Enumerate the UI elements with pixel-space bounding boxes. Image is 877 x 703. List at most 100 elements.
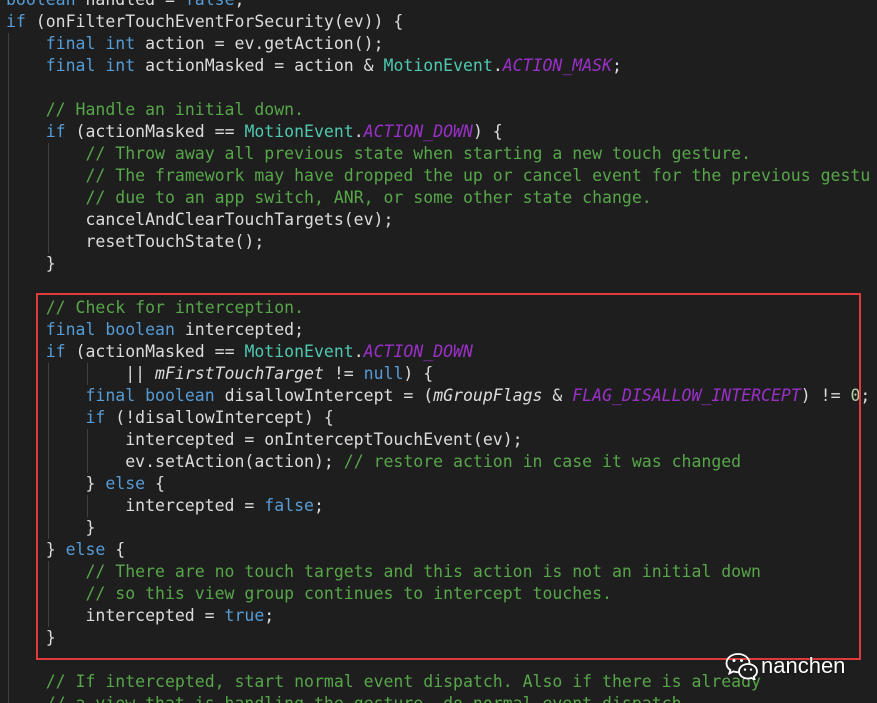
code-token-constant: FLAG_DISALLOW_INTERCEPT <box>572 386 801 405</box>
code-line[interactable]: || mFirstTouchTarget != null) { <box>6 363 877 385</box>
code-token-plain: . <box>492 56 503 75</box>
code-line[interactable]: resetTouchState(); <box>6 231 877 253</box>
code-line[interactable]: // Handle an initial down. <box>6 99 877 121</box>
code-line[interactable]: } <box>6 517 877 539</box>
code-line[interactable]: ev.setAction(action); // restore action … <box>6 451 877 473</box>
code-token-plain: } <box>6 540 66 559</box>
code-token-type: MotionEvent <box>244 342 354 361</box>
wechat-eye <box>749 668 753 671</box>
code-line[interactable]: cancelAndClearTouchTargets(ev); <box>6 209 877 231</box>
code-token-plain: (actionMasked == <box>65 342 245 361</box>
code-token-plain: (onFilterTouchEventForSecurity(ev)) { <box>25 12 404 31</box>
code-line[interactable]: } else { <box>6 473 877 495</box>
code-token-plain: (actionMasked == <box>65 122 245 141</box>
code-line[interactable]: if (!disallowIntercept) { <box>6 407 877 429</box>
code-token-keyword: boolean <box>6 0 76 9</box>
blank-line[interactable] <box>6 275 877 297</box>
watermark: nanchen <box>725 652 845 680</box>
code-line[interactable]: // so this view group continues to inter… <box>6 583 877 605</box>
code-token-keyword: boolean <box>105 320 175 339</box>
code-line[interactable]: } else { <box>6 539 877 561</box>
code-token-plain: intercepted = <box>6 606 225 625</box>
wechat-eye <box>743 668 747 671</box>
wechat-eye <box>740 659 743 662</box>
code-token-plain: ; <box>313 496 324 515</box>
code-token-keyword: int <box>105 56 136 75</box>
code-token-keyword: false <box>264 496 314 515</box>
code-token-field: mGroupFlags <box>433 386 543 405</box>
code-token-field: mFirstTouchTarget <box>155 364 324 383</box>
code-line[interactable]: // The framework may have dropped the up… <box>6 165 877 187</box>
code-token-keyword: if <box>45 342 66 361</box>
code-token-plain: } <box>6 254 56 273</box>
code-token-comment: // Handle an initial down. <box>45 100 305 119</box>
code-token-comment: // a view that is handling the gesture, … <box>46 694 692 703</box>
code-line[interactable]: final int action = ev.getAction(); <box>6 33 877 55</box>
code-line[interactable]: final boolean disallowIntercept = (mGrou… <box>6 385 877 407</box>
code-token-plain: ) { <box>403 364 434 383</box>
code-token-plain: ; <box>860 386 871 405</box>
code-token-plain: ; <box>612 56 622 75</box>
code-token-plain: disallowIntercept = ( <box>214 386 434 405</box>
code-token-keyword: else <box>65 540 106 559</box>
code-token-plain: } <box>6 518 96 537</box>
code-line[interactable]: // Check for interception. <box>6 297 877 319</box>
code-token-comment: // The framework may have dropped the up… <box>85 166 871 185</box>
code-token-plain: cancelAndClearTouchTargets(ev); <box>6 210 394 229</box>
code-line[interactable]: // There are no touch targets and this a… <box>6 561 877 583</box>
code-token-keyword: if <box>45 122 66 141</box>
code-token-plain: || <box>6 364 156 383</box>
code-token-plain: { <box>105 540 126 559</box>
code-line[interactable]: if (actionMasked == MotionEvent.ACTION_D… <box>6 341 877 363</box>
code-token-keyword: false <box>185 0 235 9</box>
blank-line[interactable] <box>6 77 877 99</box>
code-token-keyword: final <box>85 386 136 405</box>
code-token-keyword: true <box>224 606 265 625</box>
code-line[interactable]: boolean handled = false; <box>6 0 877 11</box>
watermark-text: nanchen <box>761 653 846 678</box>
code-token-comment: // due to an app switch, ANR, or some ot… <box>85 188 652 207</box>
indent-guide <box>8 649 9 671</box>
code-line[interactable]: // due to an app switch, ANR, or some ot… <box>6 187 877 209</box>
code-token-constant: ACTION_MASK <box>502 56 613 75</box>
code-line[interactable]: } <box>6 627 877 649</box>
code-token-keyword: boolean <box>145 386 215 405</box>
editor-viewport: boolean handled = false;if (onFilterTouc… <box>0 0 877 703</box>
code-token-plain: } <box>6 474 106 493</box>
code-line[interactable]: intercepted = false; <box>6 495 877 517</box>
code-token-number: 0 <box>850 386 861 405</box>
code-token-plain: . <box>353 122 364 141</box>
code-token-plain: intercepted; <box>174 320 305 339</box>
code-line[interactable]: if (actionMasked == MotionEvent.ACTION_D… <box>6 121 877 143</box>
code-token-plain: { <box>145 474 165 493</box>
code-token-keyword: else <box>105 474 146 493</box>
code-line[interactable]: // Throw away all previous state when st… <box>6 143 877 165</box>
code-token-plain: actionMasked = action & <box>135 56 384 75</box>
indent-guide <box>8 77 9 99</box>
code-line[interactable]: // a view that is handling the gesture, … <box>6 693 877 703</box>
wechat-icon-graphic <box>725 653 758 680</box>
code-token-comment: // restore action in case it was changed <box>343 452 742 471</box>
code-line[interactable]: final boolean intercepted; <box>6 319 877 341</box>
code-line[interactable]: if (onFilterTouchEventForSecurity(ev)) { <box>6 11 877 33</box>
code-line[interactable]: intercepted = true; <box>6 605 877 627</box>
code-line[interactable]: intercepted = onInterceptTouchEvent(ev); <box>6 429 877 451</box>
code-token-plain: intercepted = <box>6 496 265 515</box>
code-line[interactable]: } <box>6 253 877 275</box>
code-editor[interactable]: boolean handled = false;if (onFilterTouc… <box>6 0 877 703</box>
code-line[interactable]: final int actionMasked = action & Motion… <box>6 55 877 77</box>
code-token-plain: intercepted = onInterceptTouchEvent(ev); <box>6 430 523 449</box>
